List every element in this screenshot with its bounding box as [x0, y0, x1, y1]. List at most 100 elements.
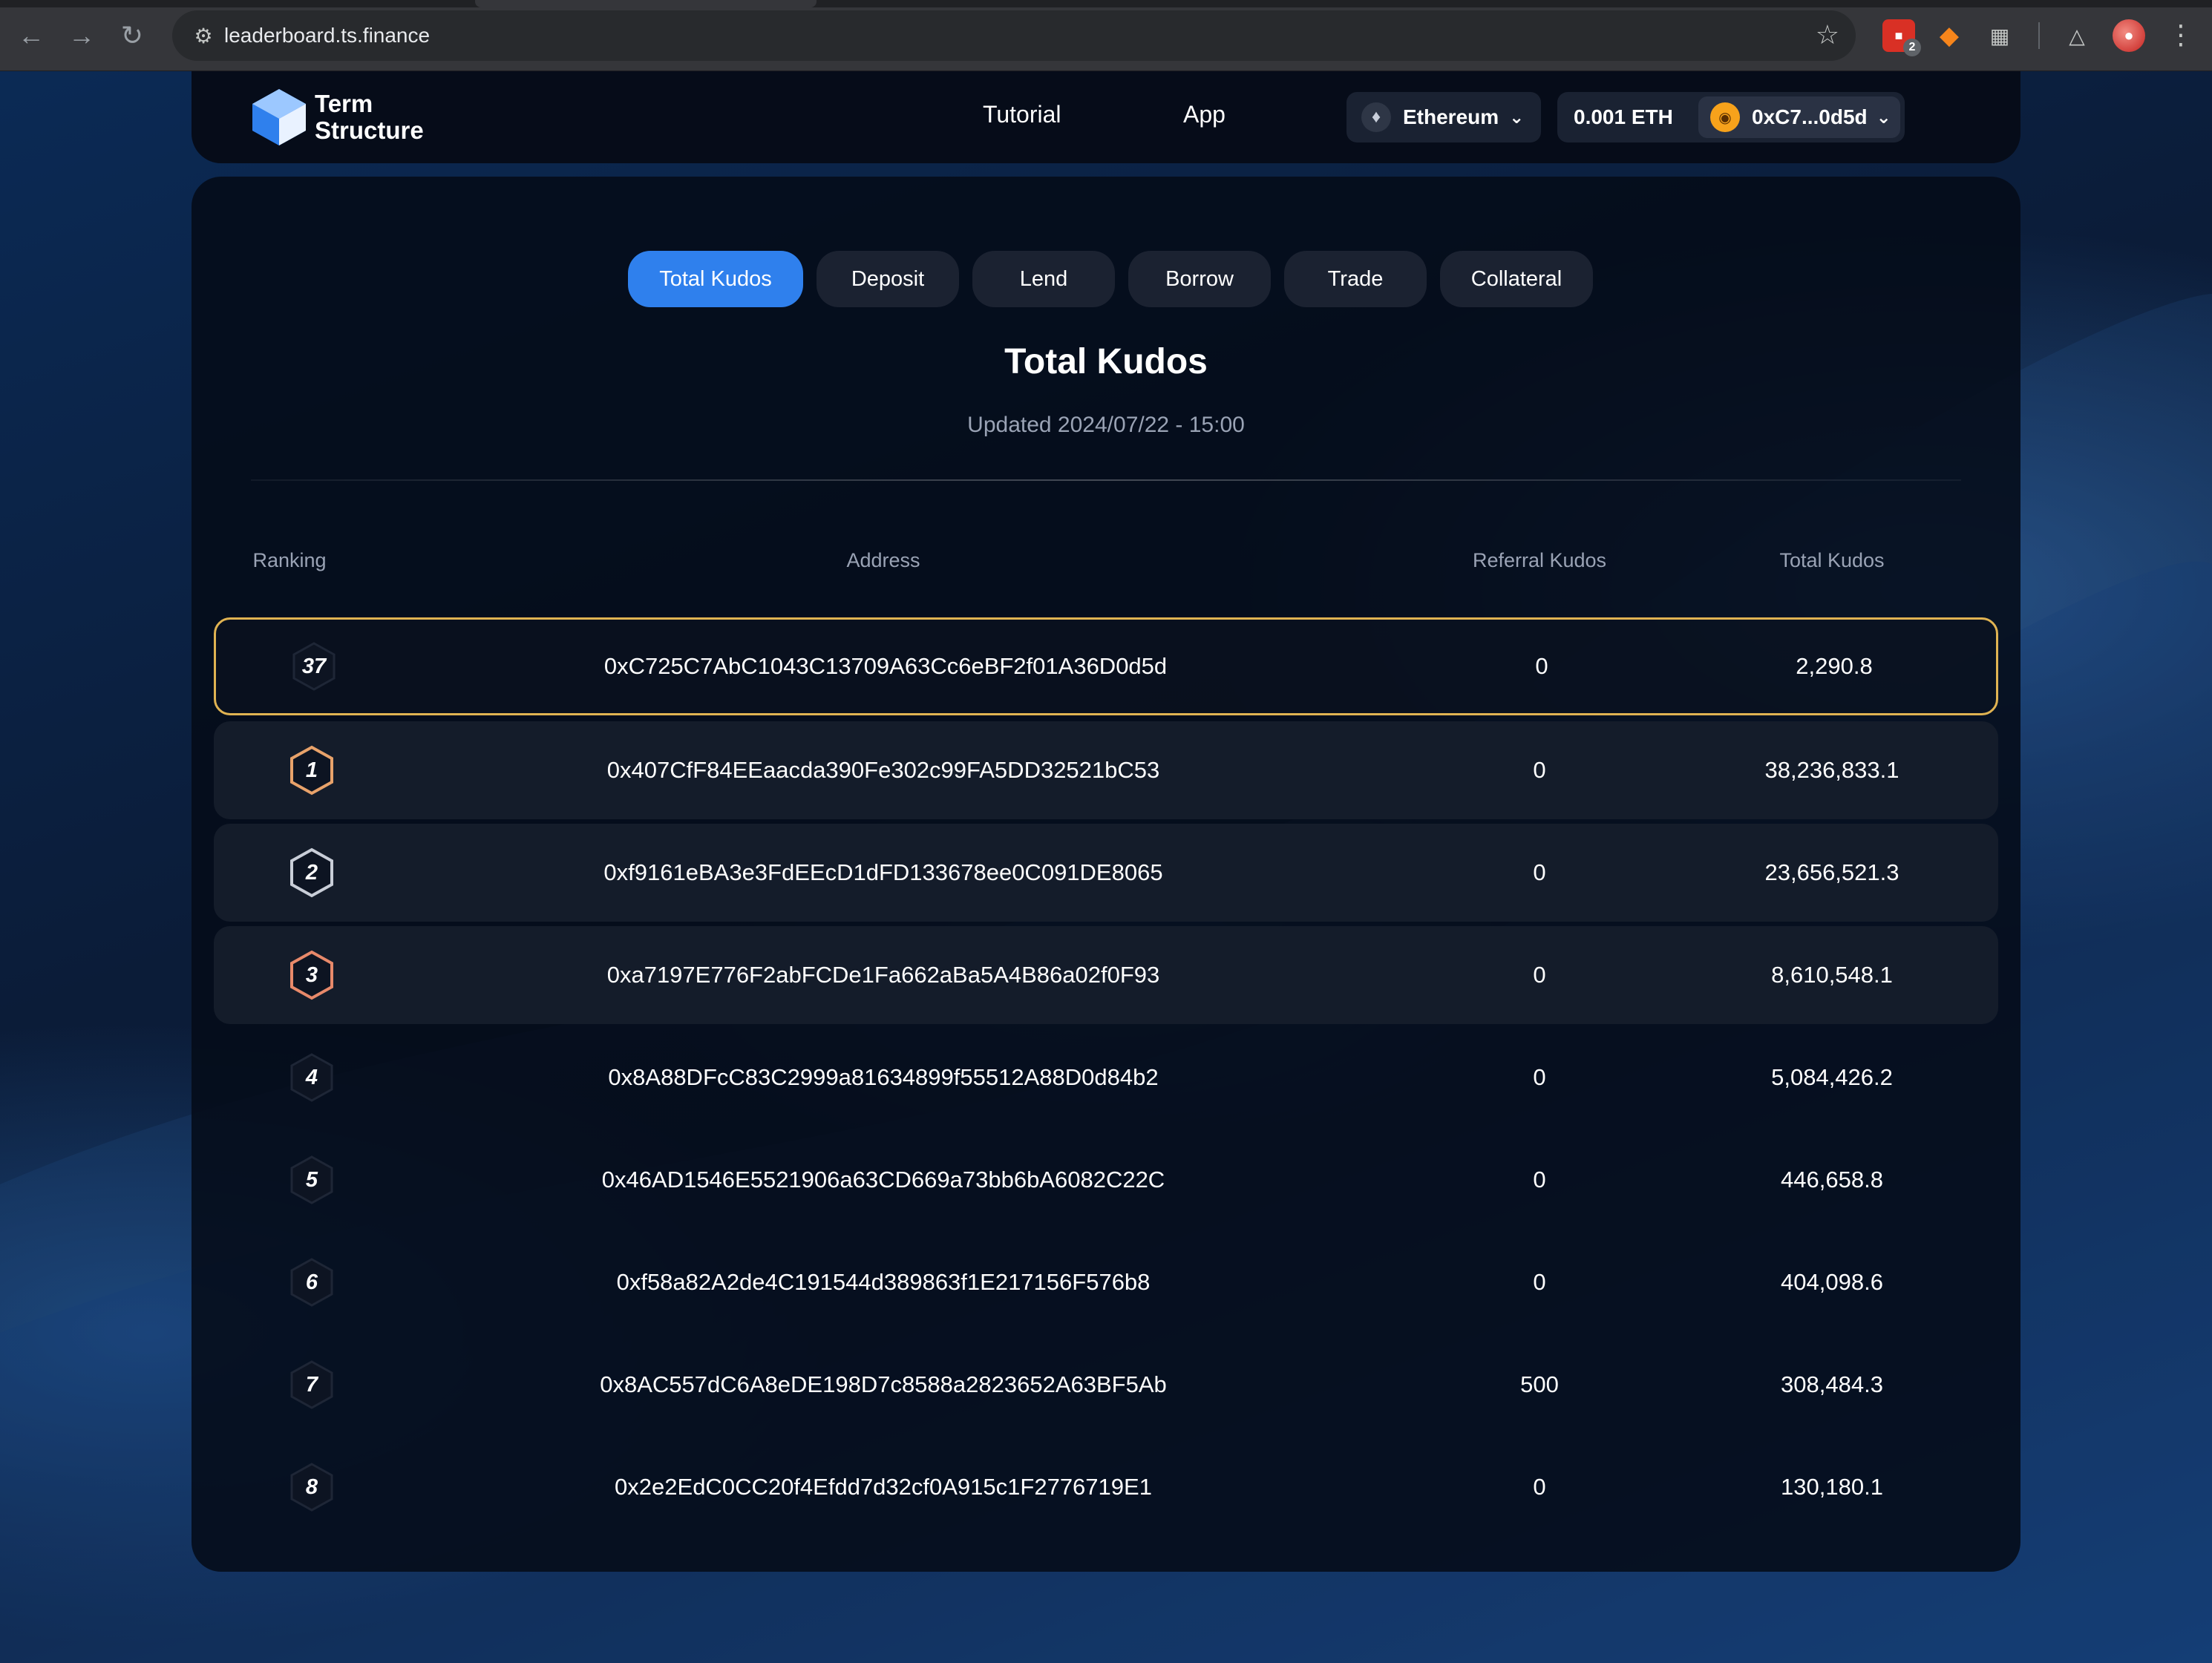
- rank-number: 8: [305, 1475, 318, 1499]
- row-referral-kudos: 0: [1533, 1064, 1546, 1090]
- rank-number: 4: [305, 1065, 318, 1089]
- section-divider: [251, 479, 1961, 481]
- row-referral-kudos: 0: [1533, 1269, 1546, 1295]
- wallet-address-button[interactable]: ◉ 0xC7...0d5d ⌄: [1698, 96, 1900, 138]
- row-total-kudos: 446,658.8: [1781, 1167, 1883, 1193]
- row-referral-kudos: 0: [1533, 962, 1546, 988]
- table-row: 8 0x2e2EdC0CC20f4Efdd7d32cf0A915c1F277671…: [214, 1438, 1998, 1536]
- url-text: leaderboard.ts.finance: [224, 24, 431, 47]
- my-rank-row: 37 0xC725C7AbC1043C13709A63Cc6eBF2f01A36D…: [214, 617, 1998, 715]
- tab-lend[interactable]: Lend: [972, 251, 1115, 307]
- tab-trade[interactable]: Trade: [1284, 251, 1427, 307]
- extension-badge: 2: [1903, 39, 1921, 56]
- brand-name[interactable]: Term Structure: [315, 91, 424, 144]
- chevron-down-icon: ⌄: [1509, 107, 1525, 128]
- address-bar[interactable]: ⚙ leaderboard.ts.finance ☆: [172, 10, 1856, 61]
- row-address: 0xC725C7AbC1043C13709A63Cc6eBF2f01A36D0d…: [603, 653, 1168, 679]
- column-ranking: Ranking: [252, 549, 327, 571]
- rank-badge-icon: 1: [289, 745, 335, 796]
- row-referral-kudos: 0: [1533, 1474, 1546, 1500]
- wallet-panel: 0.001 ETH ◉ 0xC7...0d5d ⌄: [1557, 92, 1905, 142]
- labs-flask-icon[interactable]: △: [2061, 19, 2093, 52]
- rank-badge-icon: 8: [289, 1462, 335, 1512]
- profile-avatar-icon[interactable]: ●: [2113, 19, 2145, 52]
- site-header: Term Structure Tutorial App ♦ Ethereum ⌄…: [192, 71, 2020, 163]
- row-address: 0x8A88DFcC83C2999a81634899f55512A88D0d84…: [608, 1064, 1159, 1090]
- tab-collateral[interactable]: Collateral: [1440, 251, 1593, 307]
- chevron-down-icon: ⌄: [1876, 107, 1891, 128]
- nav-app-link[interactable]: App: [1183, 101, 1226, 128]
- wallet-address-label: 0xC7...0d5d: [1752, 105, 1868, 128]
- table-row: 4 0x8A88DFcC83C2999a81634899f55512A88D0d8…: [214, 1029, 1998, 1126]
- tab-total-kudos[interactable]: Total Kudos: [628, 251, 803, 307]
- browser-toolbar: ← → ↻ ⚙ leaderboard.ts.finance ☆ ■ 2 ◆ ▦ …: [0, 0, 2212, 71]
- rank-badge-icon: 5: [289, 1155, 335, 1205]
- bookmark-star-icon[interactable]: ☆: [1816, 19, 1839, 50]
- term-structure-logo-icon[interactable]: [251, 88, 307, 147]
- calendar-extension-icon[interactable]: ■ 2: [1882, 19, 1921, 56]
- row-total-kudos: 404,098.6: [1781, 1269, 1883, 1295]
- wallet-avatar-icon: ◉: [1710, 102, 1740, 132]
- rank-badge-icon: 37: [291, 641, 337, 692]
- rank-number: 6: [305, 1270, 318, 1294]
- row-address: 0x2e2EdC0CC20f4Efdd7d32cf0A915c1F2776719…: [615, 1474, 1152, 1500]
- tab-deposit[interactable]: Deposit: [817, 251, 959, 307]
- browser-menu-icon[interactable]: ⋮: [2167, 19, 2194, 50]
- category-tabs: Total Kudos Deposit Lend Borrow Trade Collate…: [628, 251, 1593, 307]
- table-row: 7 0x8AC557dC6A8eDE198D7c8588a2823652A63BF…: [214, 1336, 1998, 1434]
- ethereum-icon: ♦: [1361, 102, 1391, 132]
- tab-borrow[interactable]: Borrow: [1128, 251, 1271, 307]
- wallet-balance: 0.001 ETH: [1574, 105, 1673, 128]
- forward-icon[interactable]: →: [64, 18, 99, 53]
- network-label: Ethereum: [1403, 105, 1499, 128]
- table-row: 5 0x46AD1546E5521906a63CD669a73bb6bA6082C…: [214, 1131, 1998, 1229]
- table-row: 1 0x407CfF84EEaacda390Fe302c99FA5DD32521b…: [214, 721, 1998, 819]
- table-header: Ranking Address Referral Kudos Total Kud…: [214, 549, 1998, 579]
- active-browser-tab[interactable]: [475, 0, 817, 7]
- row-total-kudos: 23,656,521.3: [1764, 859, 1899, 885]
- brand-line2: Structure: [315, 117, 424, 144]
- row-total-kudos: 130,180.1: [1781, 1474, 1883, 1500]
- table-row: 2 0xf9161eBA3e3FdEEcD1dFD133678ee0C091DE8…: [214, 824, 1998, 922]
- rank-badge-icon: 3: [289, 950, 335, 1000]
- network-selector-button[interactable]: ♦ Ethereum ⌄: [1346, 92, 1541, 142]
- column-referral-kudos: Referral Kudos: [1472, 549, 1607, 571]
- row-total-kudos: 308,484.3: [1781, 1371, 1883, 1397]
- rank-badge-icon: 6: [289, 1257, 335, 1308]
- row-referral-kudos: 0: [1533, 1167, 1546, 1193]
- rank-number: 7: [305, 1372, 318, 1397]
- nav-tutorial-link[interactable]: Tutorial: [983, 101, 1061, 128]
- row-address: 0xa7197E776F2abFCDe1Fa662aBa5A4B86a02f0F…: [606, 962, 1160, 988]
- extensions-puzzle-icon[interactable]: ▦: [1983, 19, 2016, 52]
- row-address: 0xf58a82A2de4C191544d389863f1E217156F576…: [616, 1269, 1151, 1295]
- rank-number: 5: [305, 1167, 318, 1192]
- page-title: Total Kudos: [1004, 342, 1208, 381]
- reload-icon[interactable]: ↻: [114, 18, 150, 53]
- row-referral-kudos: 0: [1533, 757, 1546, 783]
- site-settings-icon[interactable]: ⚙: [190, 22, 217, 49]
- table-row: 6 0xf58a82A2de4C191544d389863f1E217156F57…: [214, 1233, 1998, 1331]
- back-icon[interactable]: ←: [13, 18, 49, 53]
- rank-number: 1: [305, 758, 318, 782]
- tab-strip: [0, 0, 2212, 7]
- updated-timestamp: Updated 2024/07/22 - 15:00: [967, 413, 1245, 437]
- rank-number: 37: [301, 654, 327, 678]
- table-row: 3 0xa7197E776F2abFCDe1Fa662aBa5A4B86a02f0…: [214, 926, 1998, 1024]
- row-total-kudos: 38,236,833.1: [1764, 757, 1899, 783]
- rank-number: 2: [305, 860, 318, 885]
- row-total-kudos: 2,290.8: [1796, 653, 1873, 679]
- row-address: 0x407CfF84EEaacda390Fe302c99FA5DD32521bC…: [606, 757, 1160, 783]
- row-referral-kudos: 500: [1520, 1371, 1559, 1397]
- row-address: 0x8AC557dC6A8eDE198D7c8588a2823652A63BF5…: [600, 1371, 1167, 1397]
- row-address: 0xf9161eBA3e3FdEEcD1dFD133678ee0C091DE80…: [603, 859, 1163, 885]
- rank-number: 3: [305, 962, 318, 987]
- column-total-kudos: Total Kudos: [1779, 549, 1885, 571]
- column-address: Address: [846, 549, 920, 571]
- row-total-kudos: 5,084,426.2: [1771, 1064, 1893, 1090]
- row-referral-kudos: 0: [1533, 859, 1546, 885]
- row-referral-kudos: 0: [1535, 653, 1548, 679]
- rank-badge-icon: 7: [289, 1359, 335, 1410]
- metamask-fox-icon[interactable]: ◆: [1933, 19, 1966, 52]
- rank-badge-icon: 2: [289, 847, 335, 898]
- rank-badge-icon: 4: [289, 1052, 335, 1103]
